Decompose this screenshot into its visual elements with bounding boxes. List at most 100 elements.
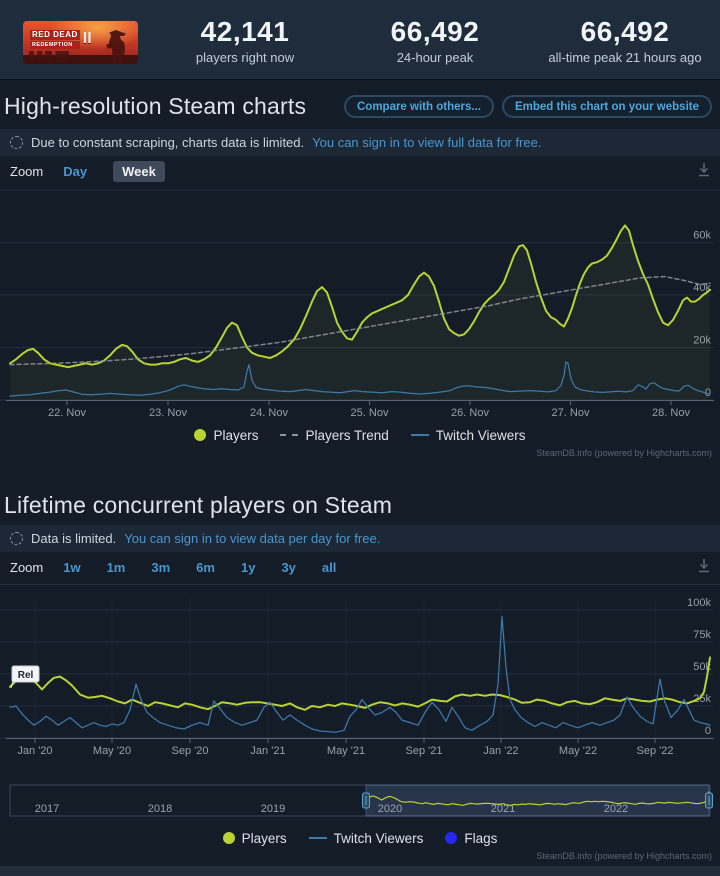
chart-range-navigator[interactable]: 201720182019202020212022 bbox=[0, 784, 720, 818]
legend-label: Twitch Viewers bbox=[436, 428, 526, 443]
zoom-label: Zoom bbox=[10, 164, 43, 179]
next-section-edge bbox=[0, 866, 720, 876]
legend-item-twitch-viewers[interactable]: Twitch Viewers bbox=[411, 428, 526, 443]
legend-item-flags[interactable]: Flags bbox=[445, 831, 497, 846]
zoom-option-3y[interactable]: 3y bbox=[281, 560, 295, 575]
lifetime-zoom-controls: Zoom 1w 1m 3m 6m 1y 3y all bbox=[0, 552, 720, 582]
zoom-option-day[interactable]: Day bbox=[63, 164, 87, 179]
svg-text:0: 0 bbox=[705, 725, 711, 737]
highcharts-credit-link[interactable]: SteamDB.info (powered by Highcharts.com) bbox=[0, 851, 720, 865]
legend-item-players[interactable]: Players bbox=[223, 831, 287, 846]
data-limited-notice: Data is limited. You can sign in to view… bbox=[0, 525, 720, 552]
zoom-label: Zoom bbox=[10, 560, 43, 575]
svg-text:2017: 2017 bbox=[35, 803, 59, 815]
svg-text:2020: 2020 bbox=[378, 803, 402, 815]
embed-chart-button[interactable]: Embed this chart on your website bbox=[502, 95, 712, 118]
notice-text: Data is limited. bbox=[31, 531, 116, 546]
chart-legend: Players Twitch Viewers Flags bbox=[0, 827, 720, 849]
svg-text:23. Nov: 23. Nov bbox=[149, 407, 187, 418]
game-stats-header: RED DEAD REDEMPTION II 42,141 players ri… bbox=[0, 0, 720, 80]
svg-text:24. Nov: 24. Nov bbox=[250, 407, 288, 418]
svg-text:Jan '20: Jan '20 bbox=[17, 745, 52, 757]
download-icon[interactable] bbox=[696, 556, 712, 576]
svg-text:25. Nov: 25. Nov bbox=[351, 407, 389, 418]
game-banner[interactable]: RED DEAD REDEMPTION II bbox=[23, 21, 138, 64]
svg-text:2022: 2022 bbox=[604, 803, 628, 815]
svg-text:22. Nov: 22. Nov bbox=[48, 407, 86, 418]
svg-text:Jan '22: Jan '22 bbox=[483, 745, 518, 757]
stat-label: 24-hour peak bbox=[397, 50, 474, 65]
stat-current-players: 42,141 players right now bbox=[150, 0, 340, 80]
stats-row: 42,141 players right now 66,492 24-hour … bbox=[150, 0, 720, 80]
zoom-option-1y[interactable]: 1y bbox=[241, 560, 255, 575]
zoom-option-6m[interactable]: 6m bbox=[196, 560, 215, 575]
lifetime-players-chart[interactable]: 025k50k75k100kJan '20May '20Sep '20Jan '… bbox=[0, 588, 720, 768]
stat-value: 66,492 bbox=[391, 17, 480, 47]
rdr2-logo: RED DEAD REDEMPTION II bbox=[30, 30, 92, 49]
zoom-option-3m[interactable]: 3m bbox=[151, 560, 170, 575]
cowboy-silhouette bbox=[96, 24, 136, 64]
compare-with-others-button[interactable]: Compare with others... bbox=[344, 95, 494, 118]
stat-value: 42,141 bbox=[201, 17, 290, 47]
legend-label: Players bbox=[242, 831, 287, 846]
stat-label: players right now bbox=[196, 50, 294, 65]
twitch-marker-icon bbox=[309, 837, 327, 839]
svg-text:60k: 60k bbox=[693, 230, 711, 242]
svg-text:27. Nov: 27. Nov bbox=[552, 407, 590, 418]
section-title: Lifetime concurrent players on Steam bbox=[4, 492, 392, 519]
flags-marker-icon bbox=[445, 832, 457, 844]
svg-text:May '21: May '21 bbox=[327, 745, 365, 757]
stat-value: 66,492 bbox=[581, 17, 670, 47]
players-marker-icon bbox=[223, 832, 235, 844]
legend-item-players-trend[interactable]: Players Trend bbox=[280, 428, 388, 443]
svg-text:Jan '21: Jan '21 bbox=[250, 745, 285, 757]
logo-line2: REDEMPTION bbox=[30, 41, 80, 49]
legend-label: Flags bbox=[464, 831, 497, 846]
legend-label: Players bbox=[213, 428, 258, 443]
players-marker-icon bbox=[194, 429, 206, 441]
notice-text: Due to constant scraping, charts data is… bbox=[31, 135, 304, 150]
loading-circle-icon bbox=[10, 532, 23, 545]
stat-24h-peak: 66,492 24-hour peak bbox=[340, 0, 530, 80]
svg-text:Rel: Rel bbox=[18, 670, 34, 681]
section-lifetime: Lifetime concurrent players on Steam Dat… bbox=[0, 462, 720, 865]
highcharts-credit-link[interactable]: SteamDB.info (powered by Highcharts.com) bbox=[0, 448, 720, 462]
svg-text:28. Nov: 28. Nov bbox=[652, 407, 690, 418]
stat-alltime-peak: 66,492 all-time peak 21 hours ago bbox=[530, 0, 720, 80]
chart-legend: Players Players Trend Twitch Viewers bbox=[0, 424, 720, 446]
banner-art-figures bbox=[29, 51, 69, 58]
section-title: High-resolution Steam charts bbox=[4, 93, 306, 120]
svg-text:Sep '20: Sep '20 bbox=[172, 745, 209, 757]
zoom-option-all[interactable]: all bbox=[322, 560, 336, 575]
download-icon[interactable] bbox=[696, 160, 712, 180]
section-steam-charts: High-resolution Steam charts Compare wit… bbox=[0, 80, 720, 462]
logo-line1: RED DEAD bbox=[30, 30, 80, 40]
logo-numeral: II bbox=[83, 30, 92, 47]
svg-text:100k: 100k bbox=[687, 597, 711, 609]
players-week-chart[interactable]: 020k40k60k22. Nov23. Nov24. Nov25. Nov26… bbox=[0, 186, 720, 418]
zoom-option-1m[interactable]: 1m bbox=[107, 560, 126, 575]
stat-label: all-time peak 21 hours ago bbox=[548, 50, 701, 65]
svg-text:Sep '21: Sep '21 bbox=[406, 745, 443, 757]
chart-zoom-controls: Zoom Day Week bbox=[0, 156, 720, 186]
legend-item-players[interactable]: Players bbox=[194, 428, 258, 443]
twitch-marker-icon bbox=[411, 434, 429, 436]
svg-text:2018: 2018 bbox=[148, 803, 172, 815]
sign-in-link[interactable]: You can sign in to view full data for fr… bbox=[312, 135, 541, 150]
svg-text:May '22: May '22 bbox=[559, 745, 597, 757]
svg-text:Sep '22: Sep '22 bbox=[637, 745, 674, 757]
zoom-option-week[interactable]: Week bbox=[113, 161, 165, 182]
charts-limited-notice: Due to constant scraping, charts data is… bbox=[0, 129, 720, 156]
svg-text:May '20: May '20 bbox=[93, 745, 131, 757]
legend-item-twitch-viewers[interactable]: Twitch Viewers bbox=[309, 831, 424, 846]
svg-text:26. Nov: 26. Nov bbox=[451, 407, 489, 418]
svg-text:2019: 2019 bbox=[261, 803, 285, 815]
trend-marker-icon bbox=[280, 434, 298, 436]
loading-circle-icon bbox=[10, 136, 23, 149]
sign-in-link[interactable]: You can sign in to view data per day for… bbox=[124, 531, 380, 546]
steamdb-app-page: RED DEAD REDEMPTION II 42,141 players ri… bbox=[0, 0, 720, 876]
zoom-option-1w[interactable]: 1w bbox=[63, 560, 80, 575]
svg-text:75k: 75k bbox=[693, 629, 711, 641]
chart-top-border bbox=[0, 584, 720, 585]
legend-label: Players Trend bbox=[305, 428, 388, 443]
